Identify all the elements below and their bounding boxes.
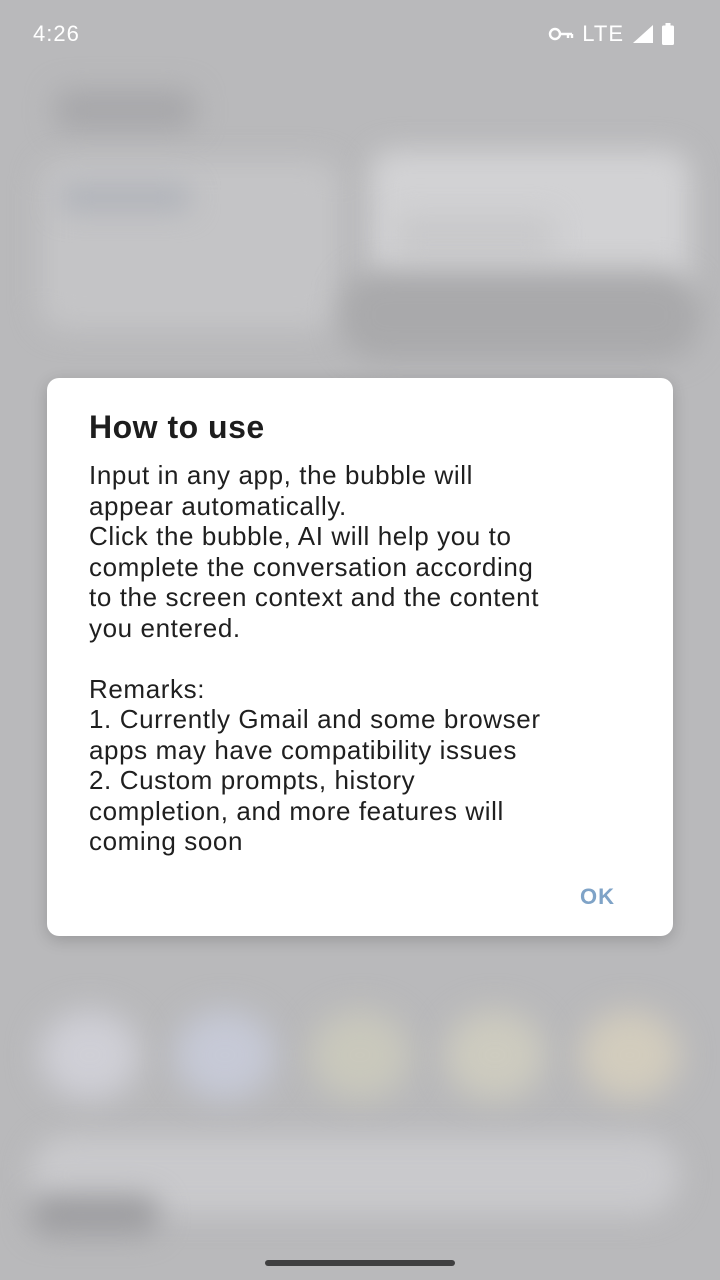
background-blur-shape (395, 215, 555, 255)
background-blur-shape (580, 1010, 680, 1100)
background-blur-shape (40, 1010, 140, 1100)
background-blur-shape (340, 270, 700, 360)
dialog-body-line: complete the conversation according (89, 551, 534, 582)
status-icons: LTE (548, 21, 674, 47)
remarks-heading: Remarks: (89, 673, 206, 704)
dialog-title: How to use (89, 409, 265, 445)
dialog-body-line: you entered. (89, 612, 241, 643)
background-blur-shape (175, 1010, 275, 1100)
how-to-use-dialog: How to use Input in any app, the bubble … (47, 378, 673, 936)
remarks-line: completion, and more features will (89, 795, 504, 826)
background-blur-shape (310, 1010, 410, 1100)
background-blur-shape (445, 1010, 545, 1100)
dialog-body-line: to the screen context and the content (89, 582, 540, 612)
remarks-line: 2. Custom prompts, history (89, 765, 416, 795)
dialog-body-line: Click the bubble, AI will help you to (89, 521, 512, 551)
remarks-line: apps may have compatibility issues (89, 734, 517, 765)
dialog-body-line: appear automatically. (89, 490, 347, 521)
ok-button[interactable]: OK (580, 884, 615, 910)
remarks-line: 1. Currently Gmail and some browser (89, 704, 541, 734)
background-blur-shape (30, 1195, 160, 1235)
battery-icon (662, 23, 674, 45)
navigation-handle[interactable] (265, 1260, 455, 1266)
background-blur-shape (60, 185, 190, 210)
status-bar: 4:26 LTE (0, 0, 720, 68)
vpn-key-icon (549, 27, 574, 41)
background-blur-shape (55, 90, 195, 130)
dialog-body-line: Input in any app, the bubble will (89, 460, 474, 490)
dialog-message: Input in any app, the bubble will appear… (89, 460, 631, 857)
status-time: 4:26 (33, 21, 80, 46)
signal-icon (633, 25, 653, 43)
remarks-line: coming soon (89, 826, 244, 856)
network-type: LTE (582, 21, 624, 46)
